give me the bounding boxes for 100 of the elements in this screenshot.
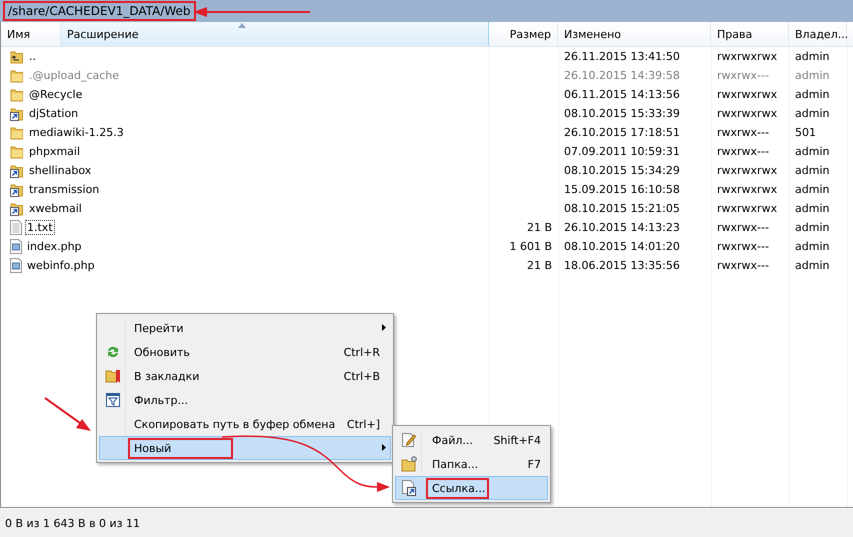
column-header[interactable]: Владел...	[795, 28, 848, 40]
shortcut-file-icon	[401, 480, 417, 496]
file-name[interactable]: phpxmail	[27, 144, 82, 159]
file-name[interactable]: webinfo.php	[25, 258, 97, 273]
modified-date: 26.10.2015 14:13:23	[564, 221, 680, 234]
owner-name: admin	[795, 88, 830, 101]
menu-item[interactable]: Перейти	[99, 316, 391, 340]
document-icon	[10, 239, 22, 254]
modified-date: 08.10.2015 15:33:39	[564, 107, 680, 120]
status-text: 0 B из 1 643 B в 0 из 11	[5, 517, 140, 530]
modified-date: 26.10.2015 17:18:51	[564, 126, 680, 139]
owner-name: admin	[795, 202, 830, 215]
folder-icon	[10, 126, 24, 140]
folder-icon	[10, 68, 24, 82]
file-name[interactable]: @Recycle	[27, 87, 84, 102]
folder-icon	[10, 88, 24, 102]
permissions: rwxrwxrwx	[717, 202, 778, 215]
menu-label: Файл...	[432, 434, 473, 446]
permissions: rwxrwx---	[717, 221, 769, 234]
path-field[interactable]: /share/CACHEDEV1_DATA/Web	[3, 1, 196, 21]
permissions: rwxrwxrwx	[717, 164, 778, 177]
column-header[interactable]: Размер	[510, 28, 551, 40]
menu-item[interactable]: Обновить Ctrl+R	[99, 340, 391, 364]
file-name[interactable]: 1.txt	[25, 220, 55, 235]
file-name[interactable]: .@upload_cache	[27, 68, 122, 83]
filter-icon	[105, 392, 121, 408]
menu-label: В закладки	[134, 370, 200, 382]
file-name[interactable]: shellinabox	[27, 163, 94, 178]
owner-name: 501	[795, 126, 816, 139]
column-header[interactable]: Расширение	[67, 28, 138, 40]
owner-name: admin	[795, 164, 830, 177]
menu-label: Скопировать путь в буфер обмена	[134, 418, 336, 430]
bookmark-folder-icon	[105, 368, 121, 384]
menu-label: Обновить	[134, 346, 190, 358]
owner-name: admin	[795, 50, 830, 63]
menu-item[interactable]: Новый	[99, 436, 391, 460]
file-name[interactable]: xwebmail	[27, 201, 84, 216]
menu-item[interactable]: Файл... Shift+F4	[395, 428, 548, 452]
menu-item[interactable]: Скопировать путь в буфер обмена Ctrl+]	[99, 412, 391, 436]
menu-label: Папка...	[432, 458, 478, 470]
document-icon	[10, 258, 22, 273]
modified-date: 08.10.2015 14:01:20	[564, 240, 680, 253]
permissions: rwxrwxrwx	[717, 183, 778, 196]
menu-label: Фильтр...	[134, 394, 188, 406]
file-name[interactable]: index.php	[25, 239, 84, 254]
owner-name: admin	[795, 221, 830, 234]
permissions: rwxrwx---	[717, 126, 769, 139]
modified-date: 18.06.2015 13:35:56	[564, 259, 680, 272]
shortcut-text: Shift+F4	[493, 434, 542, 446]
file-name[interactable]: djStation	[27, 106, 80, 121]
shortcut-text: F7	[528, 458, 542, 470]
file-name[interactable]: transmission	[27, 182, 102, 197]
owner-name: admin	[795, 183, 830, 196]
permissions: rwxrwx---	[717, 145, 769, 158]
owner-name: admin	[795, 240, 830, 253]
modified-date: 26.10.2015 14:39:58	[564, 69, 680, 82]
folder-icon	[10, 144, 24, 158]
permissions: rwxrwxrwx	[717, 50, 778, 63]
folder-shortcut-icon	[10, 164, 24, 178]
owner-name: admin	[795, 259, 830, 272]
folder-shortcut-icon	[10, 106, 24, 120]
permissions: rwxrwxrwx	[717, 88, 778, 101]
permissions: rwxrwx---	[717, 69, 769, 82]
menu-label: Новый	[134, 442, 172, 454]
file-size: 21 B	[526, 221, 552, 234]
owner-name: admin	[795, 145, 830, 158]
modified-date: 26.11.2015 13:41:50	[564, 50, 680, 63]
file-name[interactable]: mediawiki-1.25.3	[27, 125, 126, 140]
menu-item[interactable]: Папка... F7	[395, 452, 548, 476]
menu-label: Ссылка...	[432, 482, 486, 494]
column-header[interactable]: Имя	[7, 28, 30, 40]
file-size: 1 601 B	[509, 240, 552, 253]
owner-name: admin	[795, 69, 830, 82]
file-name[interactable]: ..	[27, 49, 38, 64]
menu-item[interactable]: В закладки Ctrl+B	[99, 364, 391, 388]
menu-label: Перейти	[134, 322, 184, 334]
modified-date: 06.11.2015 14:13:56	[564, 88, 680, 101]
shortcut-text: Ctrl+]	[346, 418, 381, 430]
owner-name: admin	[795, 107, 830, 120]
folder-shortcut-icon	[10, 202, 24, 216]
permissions: rwxrwx---	[717, 259, 769, 272]
shortcut-text: Ctrl+R	[344, 346, 381, 358]
menu-item[interactable]: Ссылка...	[395, 476, 548, 500]
permissions: rwxrwx---	[717, 240, 769, 253]
permissions: rwxrwxrwx	[717, 107, 778, 120]
modified-date: 08.10.2015 15:34:29	[564, 164, 680, 177]
shortcut-text: Ctrl+B	[344, 370, 381, 382]
column-header[interactable]: Изменено	[564, 28, 622, 40]
arrow	[44, 397, 91, 431]
pencil-file-icon	[401, 432, 417, 448]
refresh-icon	[105, 344, 121, 360]
modified-date: 15.09.2015 16:10:58	[564, 183, 680, 196]
folder-shortcut-icon	[10, 182, 24, 196]
file-size: 21 B	[526, 259, 552, 272]
modified-date: 08.10.2015 15:21:05	[564, 202, 680, 215]
menu-item[interactable]: Фильтр...	[99, 388, 391, 412]
modified-date: 07.09.2011 10:59:31	[564, 145, 680, 158]
text-file-icon	[10, 220, 22, 235]
up-folder-icon	[10, 50, 24, 64]
column-header[interactable]: Права	[717, 28, 752, 40]
